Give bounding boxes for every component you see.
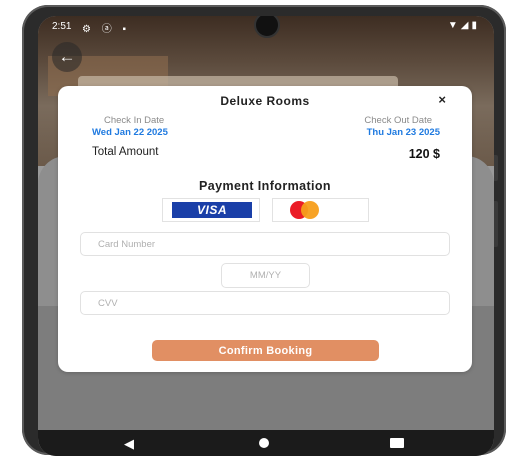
mastercard-logo-icon xyxy=(290,201,352,219)
battery-signal-icons: ▼◢▮ xyxy=(447,20,480,31)
expiry-input[interactable] xyxy=(221,263,310,288)
nav-recents-icon[interactable] xyxy=(390,438,404,448)
total-amount-value: 120 $ xyxy=(408,147,440,161)
check-out-label: Check Out Date xyxy=(364,115,432,126)
nav-back-icon[interactable]: ◀ xyxy=(124,436,134,452)
system-nav-bar: ◀ xyxy=(38,430,494,456)
check-in-value: Wed Jan 22 2025 xyxy=(92,127,168,138)
notification-icons: ⚙ ⓐ ▪ xyxy=(82,24,131,35)
modal-title: Deluxe Rooms xyxy=(220,94,310,108)
total-amount-label: Total Amount xyxy=(92,146,159,158)
check-out-value: Thu Jan 23 2025 xyxy=(366,127,440,138)
booking-modal: Deluxe Rooms × Check In Date Check Out D… xyxy=(58,86,472,372)
mastercard-card-option[interactable] xyxy=(272,198,369,222)
visa-card-option[interactable]: VISA xyxy=(162,198,260,222)
confirm-booking-button[interactable]: Confirm Booking xyxy=(152,340,379,361)
back-button[interactable]: ← xyxy=(52,42,82,72)
check-in-label: Check In Date xyxy=(104,115,165,126)
card-number-input[interactable] xyxy=(80,232,450,256)
close-icon[interactable]: × xyxy=(438,92,446,107)
cvv-input[interactable] xyxy=(80,291,450,315)
mastercard-orange-circle xyxy=(301,201,319,219)
visa-logo-icon: VISA xyxy=(172,202,252,218)
nav-home-icon[interactable] xyxy=(259,438,269,448)
status-time: 2:51 xyxy=(52,21,72,32)
back-arrow-icon: ← xyxy=(58,47,76,66)
payment-info-title: Payment Information xyxy=(199,179,331,193)
